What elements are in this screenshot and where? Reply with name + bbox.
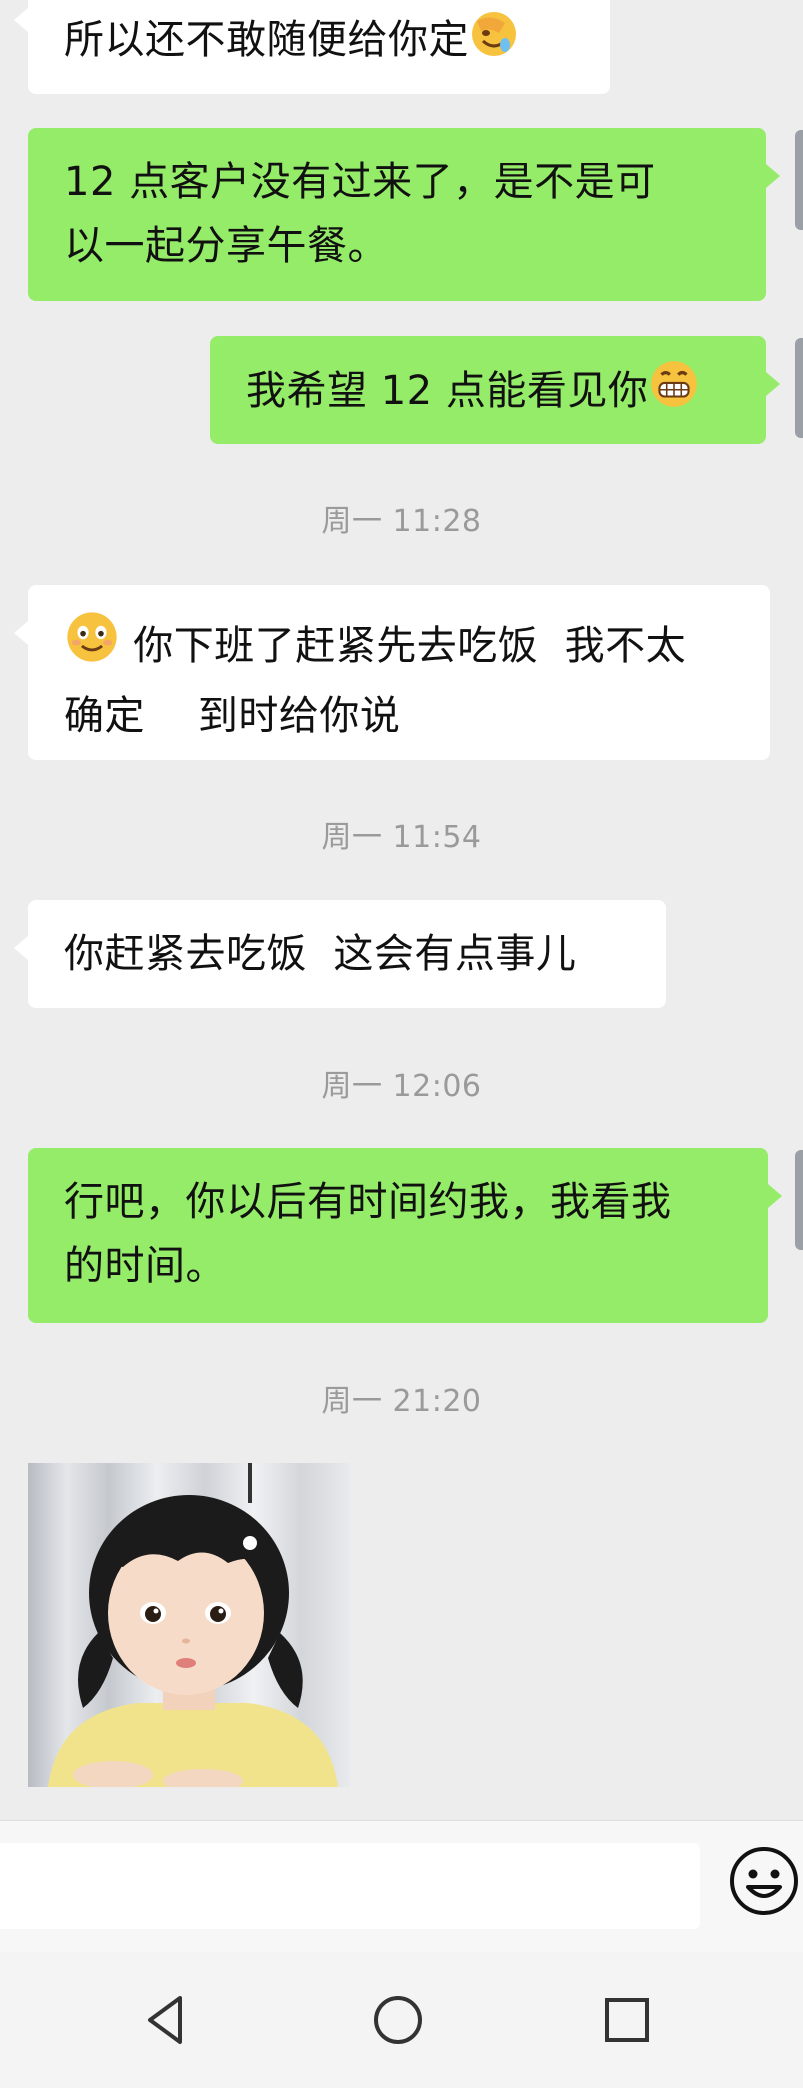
message-text: 你下班了赶紧先去吃饭 我不太 (133, 623, 687, 669)
timestamp: 周一 21:20 (321, 1384, 482, 1419)
timestamp: 周一 11:54 (321, 820, 482, 855)
timestamp: 周一 11:28 (321, 504, 482, 539)
sticker-image[interactable] (28, 1463, 350, 1787)
incoming-message-bubble[interactable]: 所以还不敢随便给你定 (14, 0, 610, 94)
outgoing-message-bubble[interactable]: 12 点客户没有过来了，是不是可 以一起分享午餐。 (28, 128, 780, 301)
chat-input-bar (0, 1820, 803, 1953)
avatar-edge[interactable] (795, 130, 803, 230)
smiley-face-icon[interactable] (728, 1845, 800, 1917)
chat-area: 所以还不敢随便给你定 12 点客户没有过来了，是不是可 以一起分享午餐。 我希望… (0, 0, 803, 1820)
outgoing-message-bubble[interactable]: 行吧，你以后有时间约我，我看我 的时间。 (28, 1148, 782, 1323)
outgoing-message-bubble[interactable]: 我希望 12 点能看见你 (210, 336, 780, 444)
square-recents-icon[interactable] (597, 1990, 657, 2050)
triangle-back-icon[interactable] (136, 1990, 196, 2050)
message-line: 12 点客户没有过来了，是不是可 (64, 159, 656, 205)
message-line: 行吧，你以后有时间约我，我看我 (64, 1179, 672, 1225)
message-line: 的时间。 (64, 1243, 226, 1289)
smiling-emoji-icon (64, 609, 120, 684)
system-navigation-bar (0, 1952, 803, 2088)
message-line: 你下班了赶紧先去吃饭 我不太 (64, 609, 734, 684)
message-input[interactable] (0, 1843, 700, 1929)
message-line: 以一起分享午餐。 (64, 223, 388, 269)
message-line: 确定 到时给你说 (64, 693, 401, 739)
message-text: 所以还不敢随便给你定 (64, 17, 469, 63)
face-palm-emoji-icon (469, 9, 519, 78)
grinning-emoji-icon (648, 358, 700, 429)
message-text: 我希望 12 点能看见你 (246, 368, 649, 414)
timestamp: 周一 12:06 (321, 1069, 482, 1104)
circle-home-icon[interactable] (368, 1990, 428, 2050)
incoming-message-bubble[interactable]: 你赶紧去吃饭 这会有点事儿 (14, 900, 666, 1008)
avatar-edge[interactable] (795, 338, 803, 438)
incoming-message-bubble[interactable]: 你下班了赶紧先去吃饭 我不太 确定 到时给你说 (14, 585, 770, 760)
avatar-edge[interactable] (795, 1150, 803, 1250)
message-text: 你赶紧去吃饭 这会有点事儿 (64, 931, 577, 977)
